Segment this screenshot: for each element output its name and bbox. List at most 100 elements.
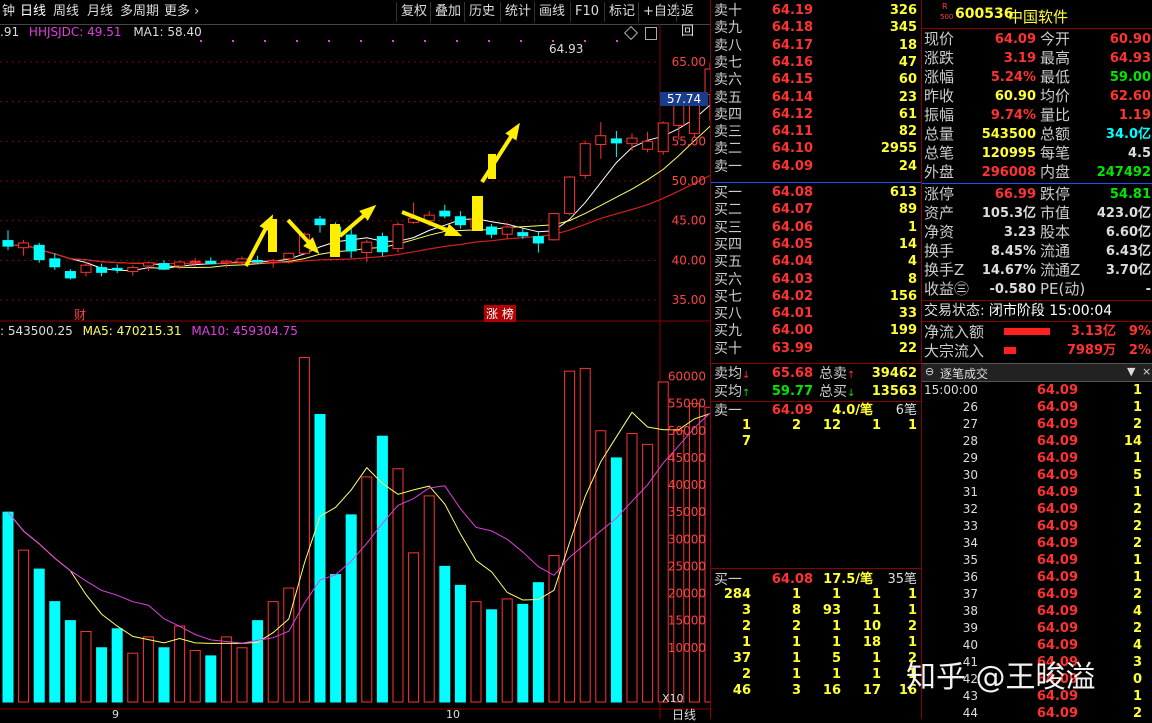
candle-body bbox=[267, 259, 279, 263]
ask-row[interactable]: 卖十 64.19 326 bbox=[711, 2, 921, 20]
ask-volume: 47 bbox=[898, 54, 917, 70]
bid-price: 64.00 bbox=[771, 323, 813, 339]
tick-row: 44 64.09 2 bbox=[922, 705, 1152, 722]
f10-button[interactable]: F10 bbox=[570, 2, 603, 22]
filter-icon[interactable]: ▼ bbox=[1127, 365, 1135, 378]
stock-code: 600536 bbox=[955, 6, 1014, 22]
volume-bar bbox=[564, 370, 576, 703]
queue-cell: 1 bbox=[831, 635, 841, 650]
bid-row[interactable]: 买六 64.03 8 bbox=[711, 271, 921, 289]
volume-tick-label: 55000 bbox=[668, 397, 706, 411]
quote-field-label: 流通 bbox=[1040, 242, 1071, 260]
candle-body bbox=[392, 224, 404, 250]
tick-row: 29 64.09 1 bbox=[922, 450, 1152, 467]
limit-up-marker[interactable]: 涨 榜 bbox=[484, 305, 516, 322]
period-indicator[interactable]: 日线 bbox=[672, 706, 696, 723]
highlight-bar bbox=[472, 196, 483, 231]
candle-body bbox=[626, 137, 638, 145]
ask-row[interactable]: 卖三 64.11 82 bbox=[711, 123, 921, 141]
bid1-queue-row: 2 2 1 10 2 bbox=[711, 619, 921, 635]
period-tab-minute[interactable]: 钟 bbox=[2, 3, 15, 21]
candle-body bbox=[127, 267, 139, 273]
bid-row[interactable]: 买二 64.07 89 bbox=[711, 201, 921, 219]
volume-bar bbox=[345, 514, 357, 703]
total-volume: 39462 bbox=[871, 366, 917, 381]
draw-line-button[interactable]: 画线 bbox=[534, 2, 569, 22]
close-icon[interactable]: × bbox=[1142, 365, 1151, 378]
bid-row[interactable]: 买七 64.02 156 bbox=[711, 288, 921, 306]
quote-row-2: 资产 105.3亿 市值 423.0亿 bbox=[922, 204, 1152, 223]
queue-cell: 284 bbox=[723, 587, 751, 602]
restore-rights-button[interactable]: 复权 bbox=[396, 2, 431, 22]
queue-cell: 1 bbox=[871, 603, 881, 618]
ask-row[interactable]: 卖二 64.10 2955 bbox=[711, 140, 921, 158]
ask-row[interactable]: 卖一 64.09 24 bbox=[711, 158, 921, 176]
bid-row[interactable]: 买十 63.99 22 bbox=[711, 340, 921, 358]
back-button[interactable]: 返回 bbox=[676, 2, 710, 39]
volume-bar bbox=[111, 628, 123, 703]
bid-row[interactable]: 买八 64.01 33 bbox=[711, 305, 921, 323]
bid-row[interactable]: 买四 64.05 14 bbox=[711, 236, 921, 254]
candle-body bbox=[595, 135, 607, 145]
statistics-button[interactable]: 统计 bbox=[500, 2, 535, 22]
queue-cell: 1 bbox=[871, 587, 881, 602]
bid-row[interactable]: 买三 64.06 1 bbox=[711, 219, 921, 237]
more-menu[interactable]: 更多 › bbox=[164, 3, 199, 21]
quote-row-2: 涨停 66.99 跌停 54.81 bbox=[922, 185, 1152, 204]
ask-row[interactable]: 卖九 64.18 345 bbox=[711, 19, 921, 37]
queue-cell: 1 bbox=[907, 418, 917, 433]
candlestick-series bbox=[2, 62, 710, 280]
tick-price: 64.09 bbox=[1036, 604, 1078, 619]
bid-price: 63.99 bbox=[771, 340, 813, 356]
tick-volume: 4 bbox=[1132, 638, 1142, 653]
ask-row[interactable]: 卖五 64.14 23 bbox=[711, 89, 921, 107]
candle-body bbox=[2, 240, 14, 247]
ask-price: 64.15 bbox=[771, 72, 813, 88]
total-volume: 13563 bbox=[871, 384, 917, 399]
bid-level-label: 买八 bbox=[714, 306, 742, 323]
history-button[interactable]: 历史 bbox=[464, 2, 499, 22]
queue-cell: 46 bbox=[732, 683, 751, 698]
candle-body bbox=[158, 263, 170, 270]
period-tab-week[interactable]: 周线 bbox=[53, 3, 79, 21]
signal-dot bbox=[200, 40, 202, 42]
bid-price: 64.08 bbox=[771, 185, 813, 200]
mark-button[interactable]: 标记 bbox=[604, 2, 639, 22]
quote-row: 外盘 296008 内盘 247492 bbox=[922, 163, 1152, 182]
order-book-panel: 卖十 64.19 326 卖九 64.18 345 卖八 64.17 18 卖七… bbox=[710, 0, 921, 719]
ask-volume: 18 bbox=[898, 37, 917, 53]
period-tab-day[interactable]: 日线 bbox=[20, 3, 46, 21]
quote-field-value: 54.81 bbox=[1109, 187, 1151, 202]
tick-row: 38 64.09 4 bbox=[922, 603, 1152, 620]
bid-row[interactable]: 买一 64.08 613 bbox=[711, 184, 921, 202]
queue-cell: 1 bbox=[907, 603, 917, 618]
arrow-shaft bbox=[480, 130, 516, 184]
quote-field-label: 跌停 bbox=[1040, 185, 1071, 203]
bid1-queue-row: 21111 bbox=[711, 667, 921, 683]
tick-time: 33 bbox=[962, 519, 978, 533]
period-tab-multi[interactable]: 多周期 bbox=[120, 3, 159, 21]
ask-row[interactable]: 卖八 64.17 18 bbox=[711, 37, 921, 55]
bid-row[interactable]: 买九 64.00 199 bbox=[711, 322, 921, 340]
bid-volume: 199 bbox=[889, 323, 917, 339]
tick-price: 64.09 bbox=[1036, 553, 1078, 568]
highlight-bar bbox=[330, 224, 340, 257]
candle-body bbox=[376, 236, 388, 253]
period-tab-month[interactable]: 月线 bbox=[87, 3, 113, 21]
ask-row[interactable]: 卖四 64.12 61 bbox=[711, 106, 921, 124]
overlay-button[interactable]: 叠加 bbox=[430, 2, 465, 22]
square-icon[interactable] bbox=[645, 27, 657, 40]
tick-row: 31 64.09 1 bbox=[922, 484, 1152, 501]
bid-row[interactable]: 买五 64.04 4 bbox=[711, 253, 921, 271]
ticks-title: 逐笔成交 bbox=[940, 367, 989, 381]
ask-volume: 345 bbox=[889, 20, 917, 36]
ticks-header[interactable]: ⊖ 逐笔成交 ▼ × bbox=[922, 363, 1152, 382]
ask-row[interactable]: 卖六 64.15 60 bbox=[711, 71, 921, 89]
collapse-icon[interactable]: ⊖ bbox=[925, 365, 934, 378]
kline-chart[interactable]: 65.0060.0055.0050.0045.0040.0035.0060000… bbox=[0, 24, 710, 719]
queue-cell: 1 bbox=[791, 635, 801, 650]
bid-level-label: 买四 bbox=[714, 236, 742, 253]
ask-row[interactable]: 卖七 64.16 47 bbox=[711, 54, 921, 72]
ask-price: 64.17 bbox=[771, 37, 813, 53]
quote-field-label: 最高 bbox=[1040, 49, 1071, 67]
